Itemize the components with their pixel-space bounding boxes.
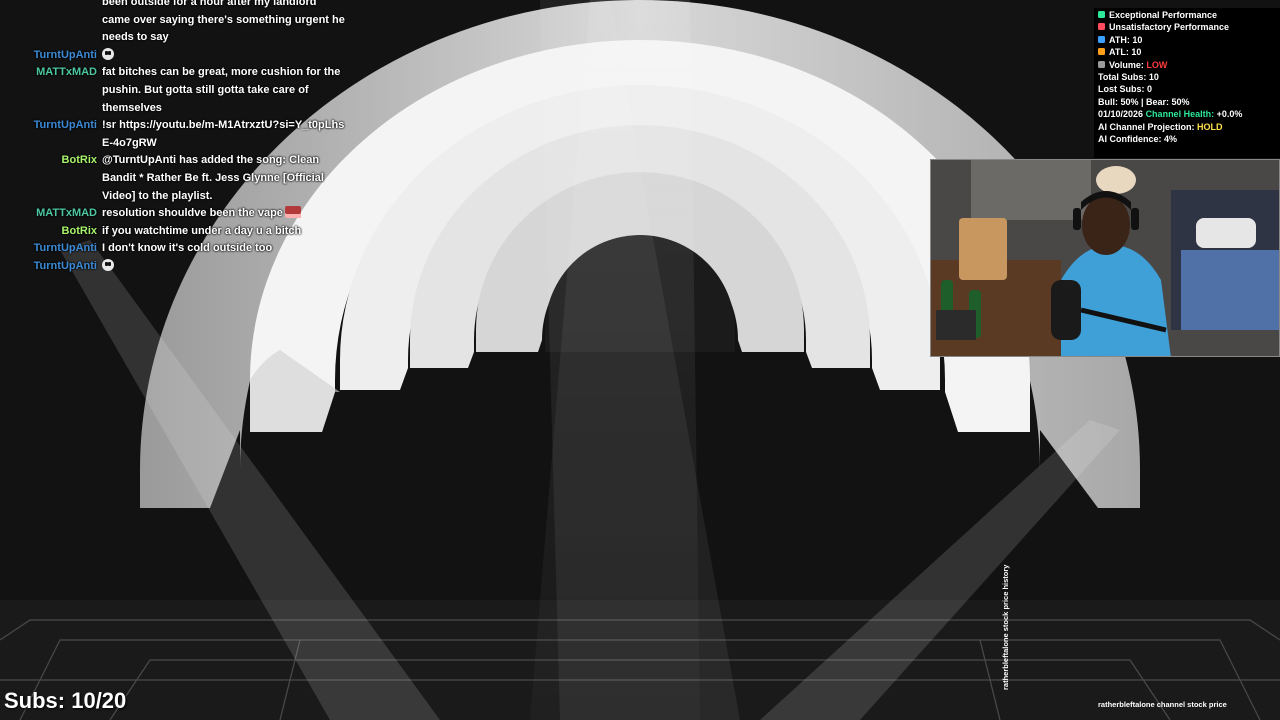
chat-text: if you watchtime under a day u a bitch [102,224,302,237]
chat-message: been outside for a hour after my landlor… [0,0,346,47]
legend-square-icon [1098,23,1105,31]
chat-message: TurntUpAnti [0,258,346,276]
skull-emote-icon [102,47,114,60]
stock-stats-panel: Exceptional Performance Unsatisfactory P… [1094,8,1280,158]
chat-text: fat bitches can be great, more cushion f… [102,66,341,114]
chat-username: MATTxMAD [36,66,97,79]
chat-text: !sr https://youtu.be/m-M1AtrxztU?si=Y_t0… [102,119,345,149]
ai-confidence: AI Confidence: 4% [1098,134,1178,145]
stock-history-label: ratherbleftalone stock price history [1001,564,1010,690]
chat-overlay: been outside for a hour after my landlor… [0,0,360,276]
legend-item: Unsatisfactory Performance [1098,21,1280,33]
chat-text: @TurntUpAnti has added the song: Clean B… [102,154,324,202]
stock-price-label: ratherbleftalone channel stock price [1098,700,1227,709]
legend-square-icon [1098,35,1105,43]
chat-username: MATTxMAD [36,207,97,220]
chat-message: TurntUpAnti I don't know it's cold outsi… [0,240,346,258]
legend-square-icon [1098,48,1105,56]
volume-stat: Volume: LOW [1098,59,1280,71]
chat-text: I don't know it's cold outside too [102,242,273,255]
chat-text: been outside for a hour after my landlor… [102,0,345,44]
legend-item: ATL: 10 [1098,46,1280,58]
vape-emote-icon [284,206,301,219]
chat-message: BotRix if you watchtime under a day u a … [0,223,346,241]
chat-text [102,258,346,276]
chat-username: BotRix [61,154,97,167]
chat-text [102,47,346,65]
chat-username: TurntUpAnti [33,119,97,132]
legend-square-icon [1098,11,1105,18]
chat-text: resolution shouldve been the vape [102,205,346,223]
chat-message: BotRix @TurntUpAnti has added the song: … [0,152,346,205]
chat-username: TurntUpAnti [33,242,97,255]
chat-message: MATTxMAD resolution shouldve been the va… [0,205,346,223]
chat-message: TurntUpAnti [0,47,346,65]
ai-projection: AI Channel Projection: HOLD [1098,121,1223,132]
chat-message: MATTxMAD fat bitches can be great, more … [0,64,346,117]
webcam-feed [930,159,1280,357]
lost-subs: Lost Subs: 0 [1098,84,1153,95]
legend-item: Exceptional Performance [1098,9,1280,21]
webcam-scene [931,160,1279,356]
total-subs: Total Subs: 10 [1098,72,1159,83]
chat-username: TurntUpAnti [33,48,97,61]
legend-item: ATH: 10 [1098,34,1280,46]
subs-counter: Subs: 10/20 [4,688,127,713]
chat-username: TurntUpAnti [33,259,97,272]
volume-value: LOW [1146,59,1168,70]
channel-health: 01/10/2026 Channel Health: +0.0% [1098,109,1243,120]
skull-emote-icon [102,258,114,271]
chat-message: TurntUpAnti !sr https://youtu.be/m-M1Atr… [0,117,346,152]
chat-username: BotRix [61,224,97,237]
bull-bear: Bull: 50% | Bear: 50% [1098,96,1190,107]
legend-square-icon [1098,60,1105,68]
